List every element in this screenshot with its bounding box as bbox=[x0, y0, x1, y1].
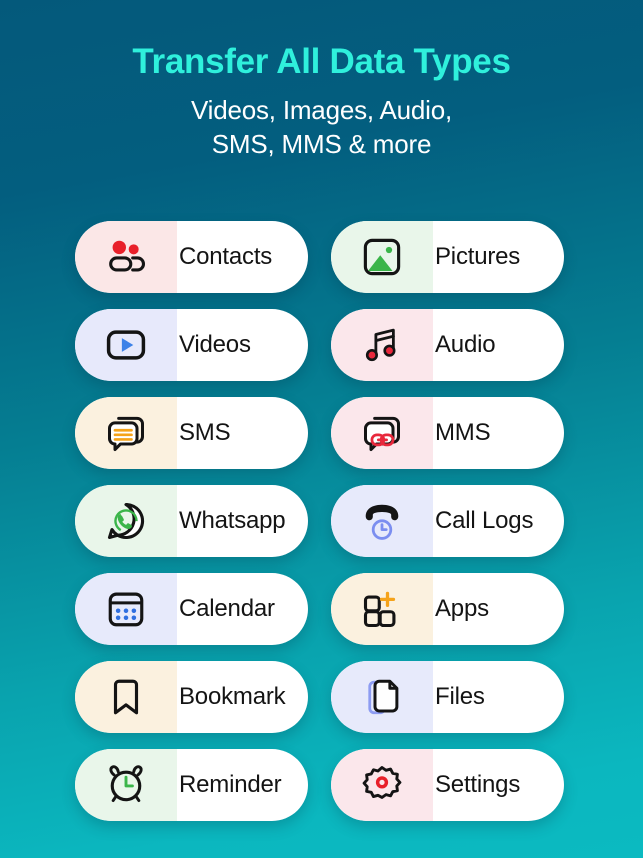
files-icon bbox=[331, 661, 433, 733]
card-label: MMS bbox=[435, 419, 491, 446]
card-label: Contacts bbox=[179, 243, 273, 270]
card-label: Videos bbox=[179, 331, 251, 358]
card-label: Files bbox=[435, 683, 485, 710]
card-whatsapp[interactable]: Whatsapp bbox=[75, 485, 308, 557]
card-mms[interactable]: MMS bbox=[331, 397, 564, 469]
apps-plus-icon bbox=[331, 573, 433, 645]
card-apps[interactable]: Apps bbox=[331, 573, 564, 645]
card-settings[interactable]: Settings bbox=[331, 749, 564, 821]
settings-gear-icon bbox=[331, 749, 433, 821]
card-label: Reminder bbox=[179, 771, 282, 798]
card-contacts[interactable]: Contacts bbox=[75, 221, 308, 293]
card-call-logs[interactable]: Call Logs bbox=[331, 485, 564, 557]
card-label: Bookmark bbox=[179, 683, 286, 710]
card-audio[interactable]: Audio bbox=[331, 309, 564, 381]
card-reminder[interactable]: Reminder bbox=[75, 749, 308, 821]
subtitle-line-1: Videos, Images, Audio, bbox=[190, 95, 453, 126]
calendar-icon bbox=[75, 573, 177, 645]
card-calendar[interactable]: Calendar bbox=[75, 573, 308, 645]
card-files[interactable]: Files bbox=[331, 661, 564, 733]
alarm-clock-icon bbox=[75, 749, 177, 821]
card-label: Whatsapp bbox=[179, 507, 286, 534]
contacts-icon bbox=[75, 221, 177, 293]
data-types-grid: Contacts Pictures Videos Audio SMS MMS W… bbox=[75, 221, 564, 821]
card-label: Calendar bbox=[179, 595, 275, 622]
page-title: Transfer All Data Types bbox=[132, 42, 511, 81]
card-pictures[interactable]: Pictures bbox=[331, 221, 564, 293]
header: Transfer All Data Types Videos, Images, … bbox=[0, 42, 643, 161]
card-label: SMS bbox=[179, 419, 231, 446]
card-label: Call Logs bbox=[435, 507, 534, 534]
bookmark-icon bbox=[75, 661, 177, 733]
card-bookmark[interactable]: Bookmark bbox=[75, 661, 308, 733]
page-subtitle: Videos, Images, Audio, SMS, MMS & more bbox=[0, 94, 643, 161]
whatsapp-icon bbox=[75, 485, 177, 557]
card-videos[interactable]: Videos bbox=[75, 309, 308, 381]
card-sms[interactable]: SMS bbox=[75, 397, 308, 469]
card-label: Audio bbox=[435, 331, 496, 358]
card-label: Settings bbox=[435, 771, 521, 798]
video-play-icon bbox=[75, 309, 177, 381]
subtitle-line-2: SMS, MMS & more bbox=[211, 128, 432, 159]
card-label: Apps bbox=[435, 595, 489, 622]
mms-link-icon bbox=[331, 397, 433, 469]
call-log-icon bbox=[331, 485, 433, 557]
music-note-icon bbox=[331, 309, 433, 381]
app-promo-screen: Transfer All Data Types Videos, Images, … bbox=[0, 0, 643, 858]
card-label: Pictures bbox=[435, 243, 521, 270]
picture-icon bbox=[331, 221, 433, 293]
sms-icon bbox=[75, 397, 177, 469]
